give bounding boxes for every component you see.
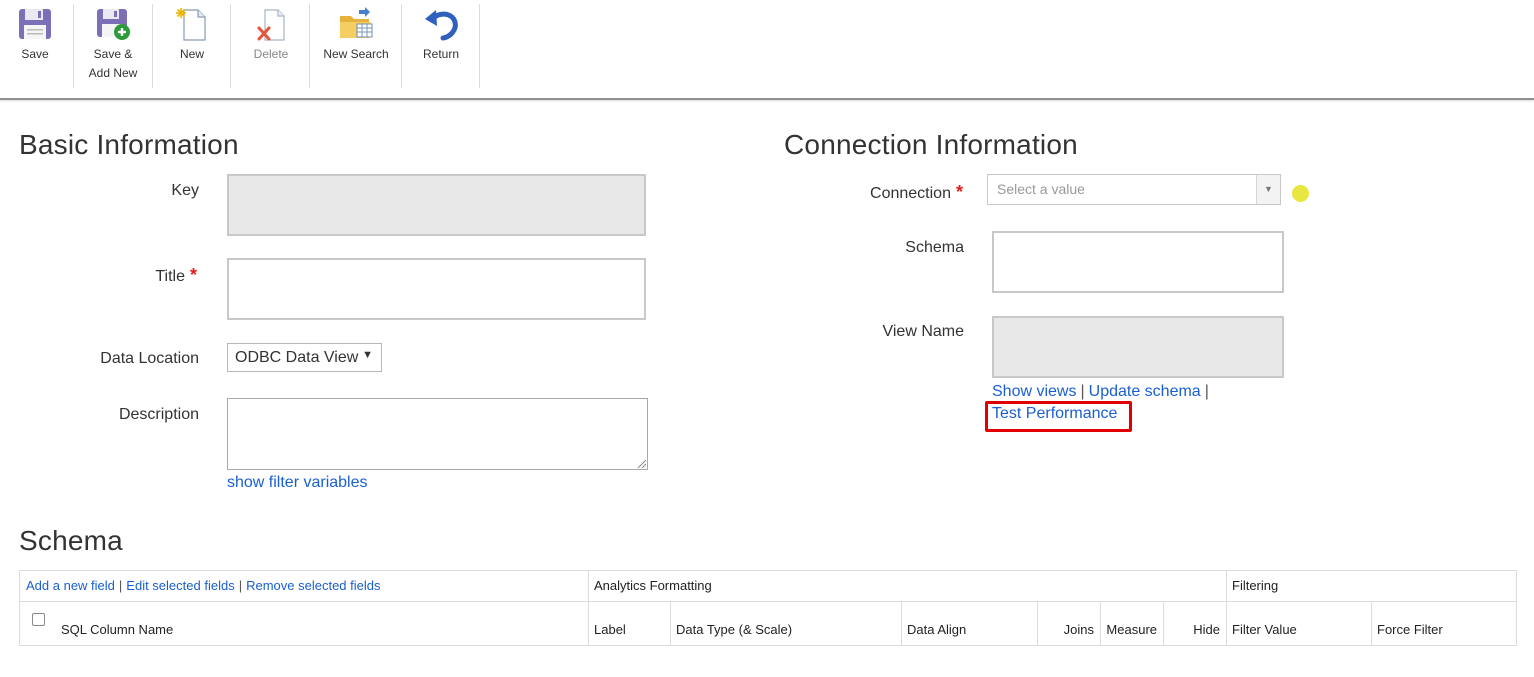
col-label[interactable]: Label [588,602,670,646]
data-location-label-text: Data Location [100,350,199,367]
schema-heading: Schema [19,525,123,556]
col-measure[interactable]: Measure [1100,602,1163,646]
delete-document-icon [257,9,285,41]
description-textarea[interactable] [227,398,648,470]
col-joins[interactable]: Joins [1037,602,1100,646]
view-name-field [992,316,1284,378]
new-search-label: New Search [323,47,389,61]
connection-label-text: Connection [870,185,951,202]
resize-grip-icon[interactable] [636,458,646,468]
description-label-text: Description [118,406,199,423]
toolbar-divider [479,4,480,88]
col-data-align[interactable]: Data Align [901,602,1037,646]
new-button[interactable]: New [168,6,216,88]
cursor-indicator [1292,185,1309,202]
toolbar-divider [230,4,231,88]
return-button[interactable]: Return [418,6,464,88]
schema-actions: Add a new field | Edit selected fields | Rem… [20,571,588,601]
view-name-label-text: View Name [882,323,964,340]
col-sql-column-name[interactable]: SQL Column Name [55,602,588,646]
connection-links: Show views | Update schema | [992,383,1213,401]
schema-table: Add a new field | Edit selected fields | Rem… [19,570,1517,646]
connection-label: Connection * [820,182,963,203]
show-views-link[interactable]: Show views [992,383,1076,400]
data-location-select[interactable]: ODBC Data View ▼ [227,343,382,372]
floppy-disk-icon [19,9,51,39]
save-label: Save [21,47,49,61]
remove-selected-fields-link[interactable]: Remove selected fields [246,578,380,593]
data-location-value: ODBC Data View [235,349,359,366]
toolbar-divider [73,4,74,88]
link-separator: | [118,578,123,593]
link-separator: | [1204,383,1209,400]
col-data-type[interactable]: Data Type (& Scale) [670,602,901,646]
schema-label: Schema [850,239,964,257]
schema-table-column-header: SQL Column Name Label Data Type (& Scale… [20,602,1516,646]
toolbar-divider [401,4,402,88]
connection-placeholder: Select a value [997,181,1085,197]
dropdown-arrow-icon: ▼ [362,349,373,361]
filtering-group: Filtering [1232,578,1279,593]
basic-information-heading: Basic Information [19,129,239,160]
new-search-button[interactable]: New Search [322,6,390,88]
key-label: Key [100,182,199,200]
col-hide[interactable]: Hide [1163,602,1226,646]
select-all-checkbox[interactable] [32,613,45,626]
return-label: Return [422,47,460,61]
col-force-filter[interactable]: Force Filter [1371,602,1516,646]
link-separator: | [238,578,243,593]
link-separator: | [1080,383,1085,400]
new-label: New [179,47,204,61]
save-and-add-new-button[interactable]: Save & Add New [84,6,142,88]
schema-table-group-header: Add a new field | Edit selected fields | Rem… [20,571,1516,602]
toolbar-divider [309,4,310,88]
test-performance-highlight [985,401,1132,432]
add-new-field-link[interactable]: Add a new field [26,578,115,593]
title-label: Title * [100,265,197,286]
toolbar-divider [152,4,153,88]
key-label-text: Key [171,182,199,199]
analytics-formatting-group: Analytics Formatting [594,578,712,593]
delete-button[interactable]: Delete [246,6,296,88]
save-button[interactable]: Save [14,6,56,88]
save-add-new-label-line1: Save & [93,47,133,61]
save-add-icon [97,9,130,40]
update-schema-link[interactable]: Update schema [1089,383,1201,400]
toolbar: Save Save & Add New New Delete New Searc… [0,0,1534,100]
folder-search-icon [340,7,373,38]
title-input[interactable] [227,258,646,320]
schema-label-text: Schema [905,239,964,256]
title-label-text: Title [155,268,185,285]
delete-label: Delete [253,47,289,61]
edit-selected-fields-link[interactable]: Edit selected fields [126,578,234,593]
col-filter-value[interactable]: Filter Value [1226,602,1371,646]
new-document-icon [176,8,206,41]
show-filter-variables-link[interactable]: show filter variables [227,474,368,492]
view-name-label: View Name [850,323,964,341]
data-location-label: Data Location [60,350,199,368]
key-field [227,174,646,236]
required-indicator: * [189,265,197,285]
required-indicator: * [955,182,963,202]
schema-input[interactable] [992,231,1284,293]
description-label: Description [60,406,199,424]
dropdown-arrow-icon[interactable]: ▼ [1256,175,1280,204]
connection-select[interactable]: Select a value ▼ [987,174,1281,205]
save-add-new-label-line2: Add New [88,66,138,80]
connection-information-heading: Connection Information [784,129,1078,160]
undo-arrow-icon [425,10,458,41]
